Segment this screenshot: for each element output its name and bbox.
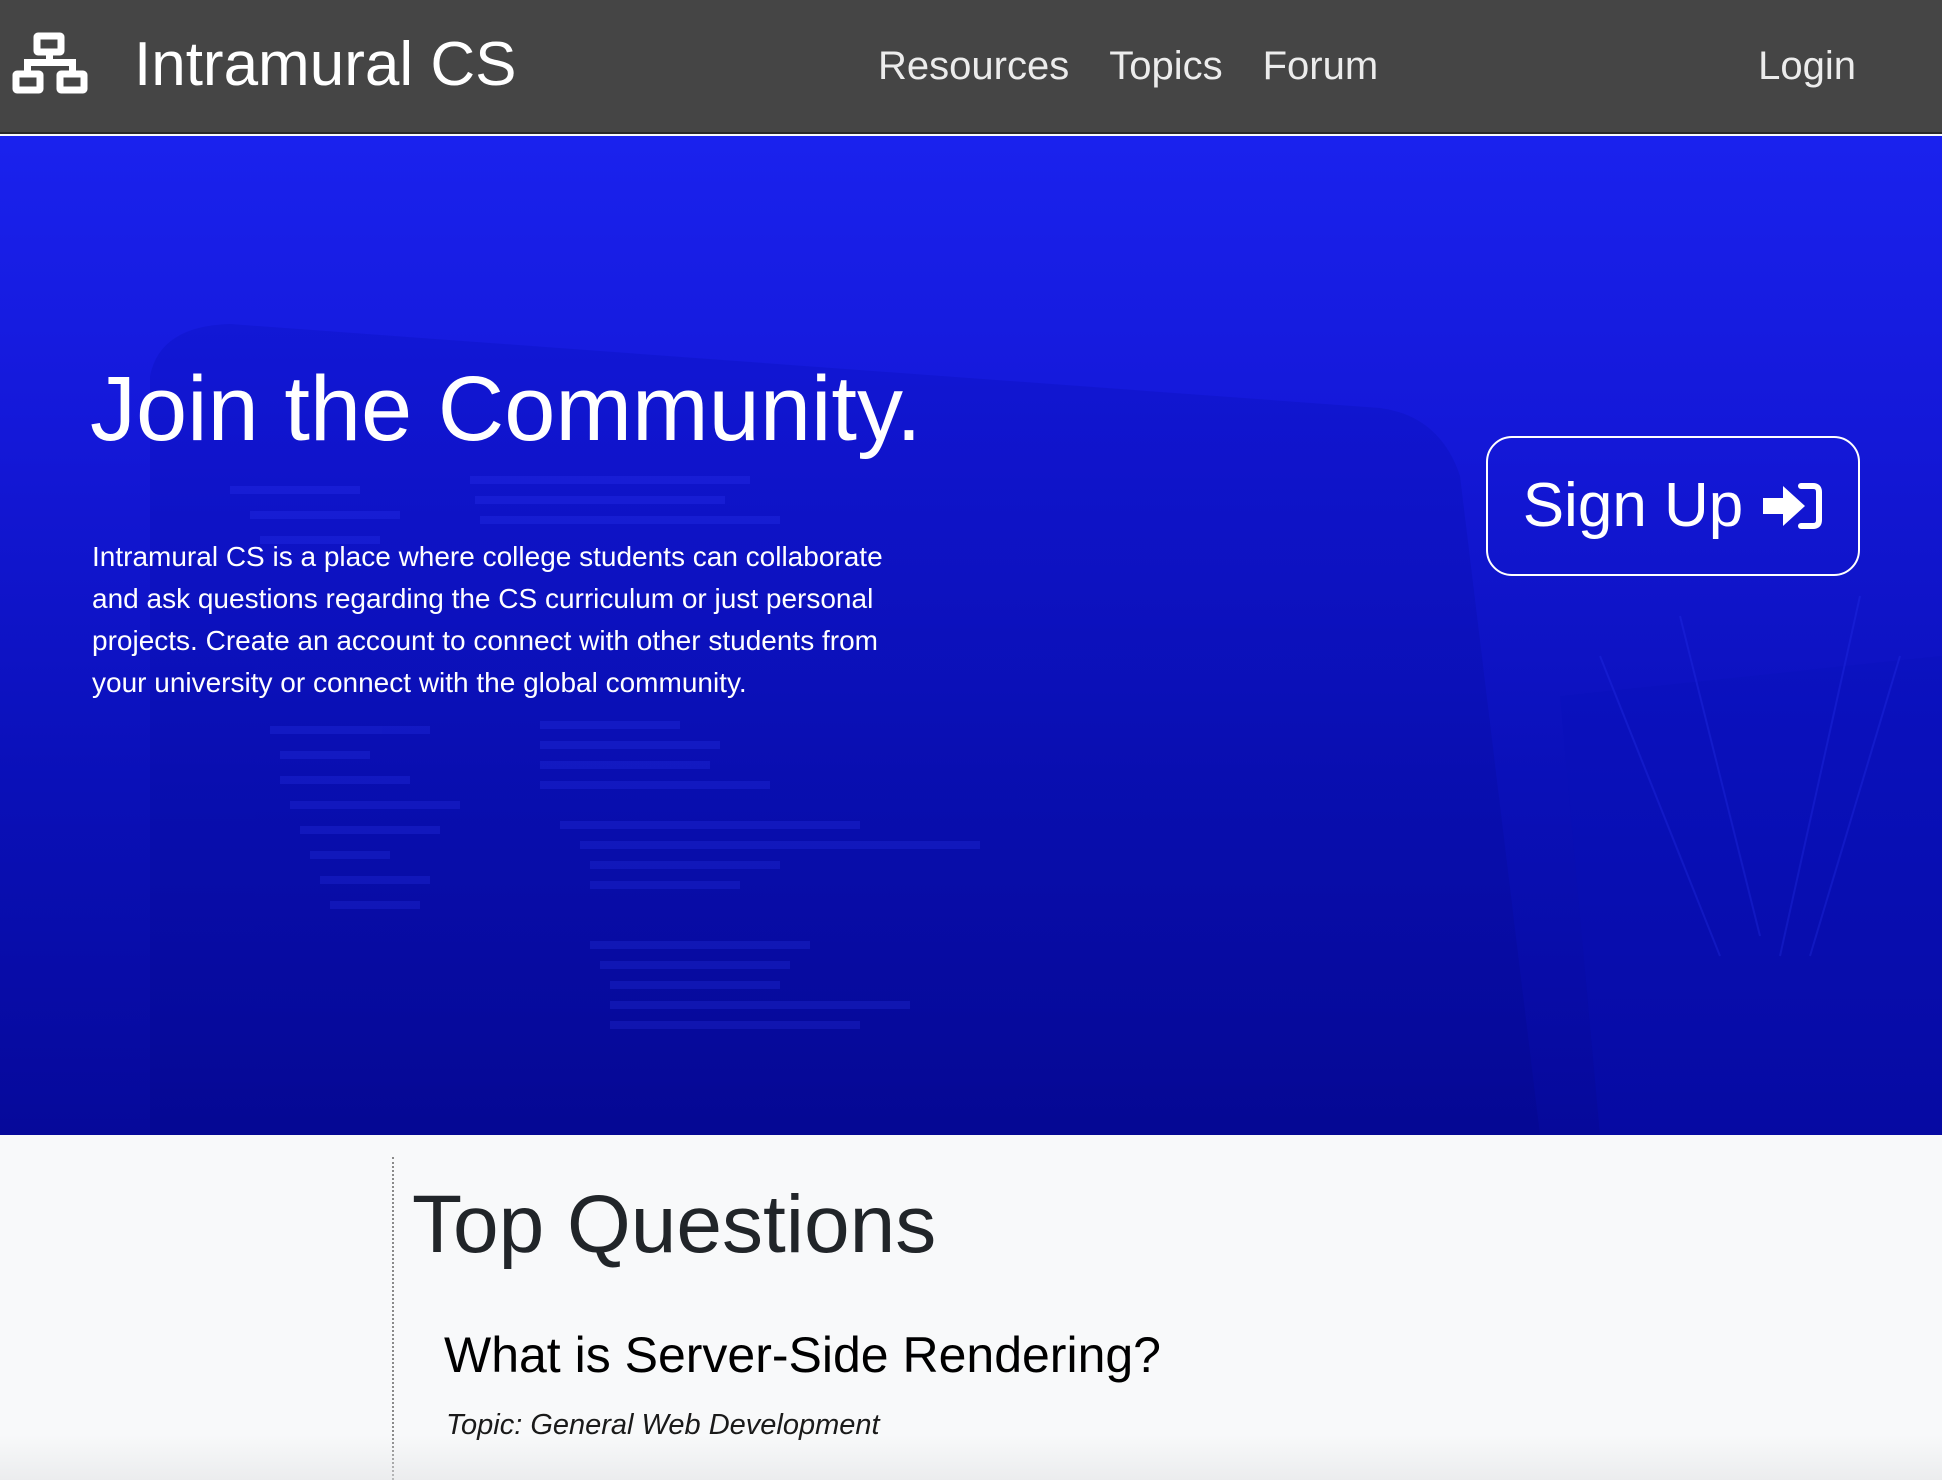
- login-link[interactable]: Login: [1758, 36, 1856, 96]
- question-title-link[interactable]: What is Server-Side Rendering?: [444, 1325, 1161, 1385]
- topic-name: General Web Development: [530, 1409, 880, 1441]
- top-navbar: Intramural CS Resources Topics Forum Log…: [0, 0, 1942, 134]
- nav-link-forum[interactable]: Forum: [1263, 36, 1379, 96]
- nav-link-topics[interactable]: Topics: [1109, 36, 1222, 96]
- sign-in-arrow-icon: [1763, 483, 1823, 529]
- brand-name[interactable]: Intramural CS: [134, 28, 516, 102]
- section-title: Top Questions: [412, 1179, 937, 1270]
- main-content: Top Questions What is Server-Side Render…: [0, 1135, 1942, 1480]
- network-sitemap-icon[interactable]: [12, 32, 88, 96]
- topic-prefix: Topic:: [446, 1409, 523, 1441]
- sign-up-button[interactable]: Sign Up: [1486, 436, 1860, 576]
- sign-up-label: Sign Up: [1522, 471, 1744, 540]
- hero-title: Join the Community.: [90, 358, 922, 460]
- hero-description: Intramural CS is a place where college s…: [92, 541, 883, 698]
- content-divider: [392, 1157, 394, 1480]
- question-topic: Topic: General Web Development: [446, 1405, 880, 1445]
- bottom-shadow: [0, 1435, 1942, 1480]
- nav-link-resources[interactable]: Resources: [878, 36, 1069, 96]
- hero-banner: Join the Community. Intramural CS is a p…: [0, 136, 1942, 1135]
- main-nav: Resources Topics Forum: [878, 36, 1418, 96]
